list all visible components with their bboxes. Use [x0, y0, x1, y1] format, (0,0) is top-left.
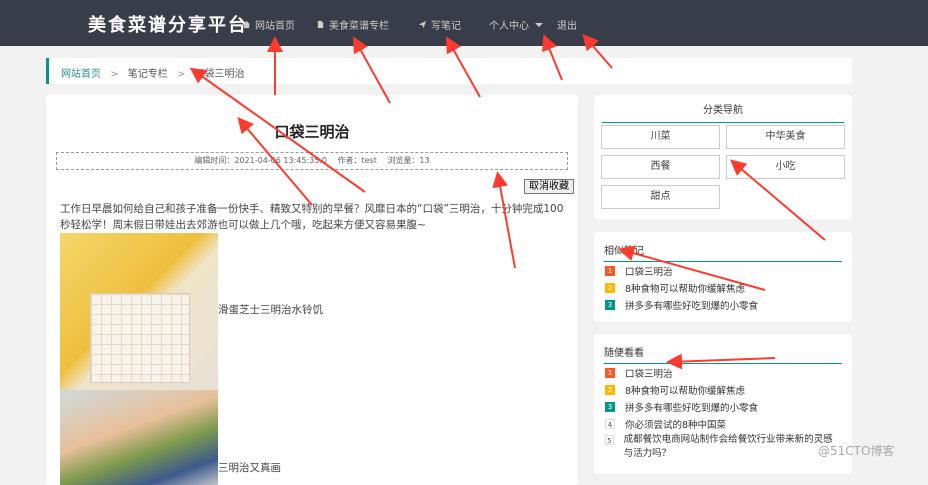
breadcrumb-section[interactable]: 笔记专栏	[128, 69, 168, 80]
home-icon	[242, 20, 251, 29]
list-item[interactable]: 1 口袋三明治	[605, 264, 673, 278]
category-western[interactable]: 西餐	[601, 155, 720, 179]
sandwich-photo	[60, 233, 218, 390]
article-intro: 工作日早晨如何给自己和孩子准备一份快手、精致又特别的早餐？风靡日本的“口袋”三明…	[60, 203, 564, 231]
related-notes-card: 相似笔记 1 口袋三明治 2 8种食物可以帮助你缓解焦虑 3 拼多多有哪些好吃到爆的小…	[594, 232, 852, 322]
breadcrumb-current: 口袋三明治	[194, 69, 245, 80]
breadcrumb: 网站首页 > 笔记专栏 > 口袋三明治	[46, 58, 852, 84]
list-item[interactable]: 2 8种食物可以帮助你缓解焦虑	[605, 383, 745, 397]
nav-user-center-label: 个人中心	[489, 21, 529, 32]
cancel-favorite-button[interactable]: 取消收藏	[524, 179, 574, 194]
list-item-label: 你必须尝试的8种中国菜	[625, 420, 727, 431]
list-item-label: 8种食物可以帮助你缓解焦虑	[625, 284, 746, 295]
nav-logout[interactable]: 退出	[557, 17, 577, 32]
article-meta: 编辑时间：2021-04-06 13:45:35.0 作者：test 浏览量：1…	[56, 152, 568, 170]
photo-caption: 滑蛋芝士三明治水铃饥	[218, 304, 323, 316]
view-count: 浏览量：13	[387, 156, 430, 165]
nav-write-note-label: 写笔记	[431, 21, 461, 32]
list-item-label: 拼多多有哪些好吃到爆的小零食	[625, 301, 759, 312]
rank-badge: 3	[605, 402, 615, 412]
list-item[interactable]: 2 8种食物可以帮助你缓解焦虑	[605, 281, 745, 295]
author: 作者：test	[337, 156, 377, 165]
breadcrumb-separator: >	[176, 69, 186, 80]
nav-write-note[interactable]: 写笔记	[418, 17, 461, 32]
document-icon	[317, 20, 324, 29]
category-sichuan[interactable]: 川菜	[601, 125, 720, 149]
breadcrumb-separator: >	[110, 69, 119, 80]
rank-badge: 2	[605, 385, 615, 395]
nav-logout-label: 退出	[557, 21, 577, 32]
rank-badge: 5	[605, 435, 614, 445]
site-brand[interactable]: 美食菜谱分享平台	[88, 11, 248, 37]
nav-recipes[interactable]: 美食菜谱专栏	[316, 17, 389, 32]
photo-caption: 三明治又真画	[218, 462, 281, 474]
paper-wrap	[90, 293, 190, 383]
category-snacks[interactable]: 小吃	[726, 155, 845, 179]
sandwich-plate-photo	[60, 390, 218, 485]
list-item[interactable]: 3 拼多多有哪些好吃到爆的小零食	[605, 400, 758, 414]
random-title: 随便看看	[604, 344, 842, 364]
article-panel: 口袋三明治 编辑时间：2021-04-06 13:45:35.0 作者：test…	[46, 95, 578, 485]
list-item-label: 成都餐饮电商网站制作会给餐饮行业带来新的灵感与活力吗？	[623, 434, 833, 459]
rank-badge: 3	[605, 300, 615, 310]
rank-badge: 1	[605, 266, 615, 276]
top-navbar: 美食菜谱分享平台 网站首页 美食菜谱专栏 写笔记 个人中心 退出	[0, 0, 928, 46]
nav-home[interactable]: 网站首页	[242, 17, 295, 32]
edit-time: 编辑时间：2021-04-06 13:45:35.0	[194, 156, 327, 165]
list-item-label: 口袋三明治	[625, 369, 673, 380]
list-item[interactable]: 3 拼多多有哪些好吃到爆的小零食	[605, 298, 758, 312]
list-item-label: 拼多多有哪些好吃到爆的小零食	[625, 403, 759, 414]
list-item-label: 8种食物可以帮助你缓解焦虑	[625, 386, 746, 397]
rank-badge: 1	[605, 368, 615, 378]
list-item[interactable]: 1 口袋三明治	[605, 366, 673, 380]
rank-badge: 4	[605, 419, 615, 429]
article-title: 口袋三明治	[274, 123, 350, 141]
list-item-label: 口袋三明治	[625, 267, 673, 278]
chevron-down-icon	[535, 22, 543, 27]
nav-home-label: 网站首页	[255, 21, 295, 32]
nav-user-center[interactable]: 个人中心	[489, 17, 543, 32]
breadcrumb-home[interactable]: 网站首页	[61, 69, 101, 80]
send-icon	[418, 20, 427, 29]
list-item[interactable]: 4 你必须尝试的8种中国菜	[605, 417, 726, 431]
related-title: 相似笔记	[604, 242, 842, 262]
category-title: 分类导航	[602, 101, 844, 123]
random-notes-card: 随便看看 1 口袋三明治 2 8种食物可以帮助你缓解焦虑 3 拼多多有哪些好吃到爆的小…	[594, 334, 852, 474]
category-chinese[interactable]: 中华美食	[726, 125, 845, 149]
rank-badge: 2	[605, 283, 615, 293]
nav-recipes-label: 美食菜谱专栏	[329, 21, 389, 32]
watermark: @51CTO博客	[818, 444, 895, 458]
category-desserts[interactable]: 甜点	[601, 185, 720, 209]
list-item[interactable]: 5 成都餐饮电商网站制作会给餐饮行业带来新的灵感与活力吗？	[605, 433, 837, 461]
category-card: 分类导航 川菜 中华美食 西餐 小吃 甜点	[594, 95, 852, 219]
